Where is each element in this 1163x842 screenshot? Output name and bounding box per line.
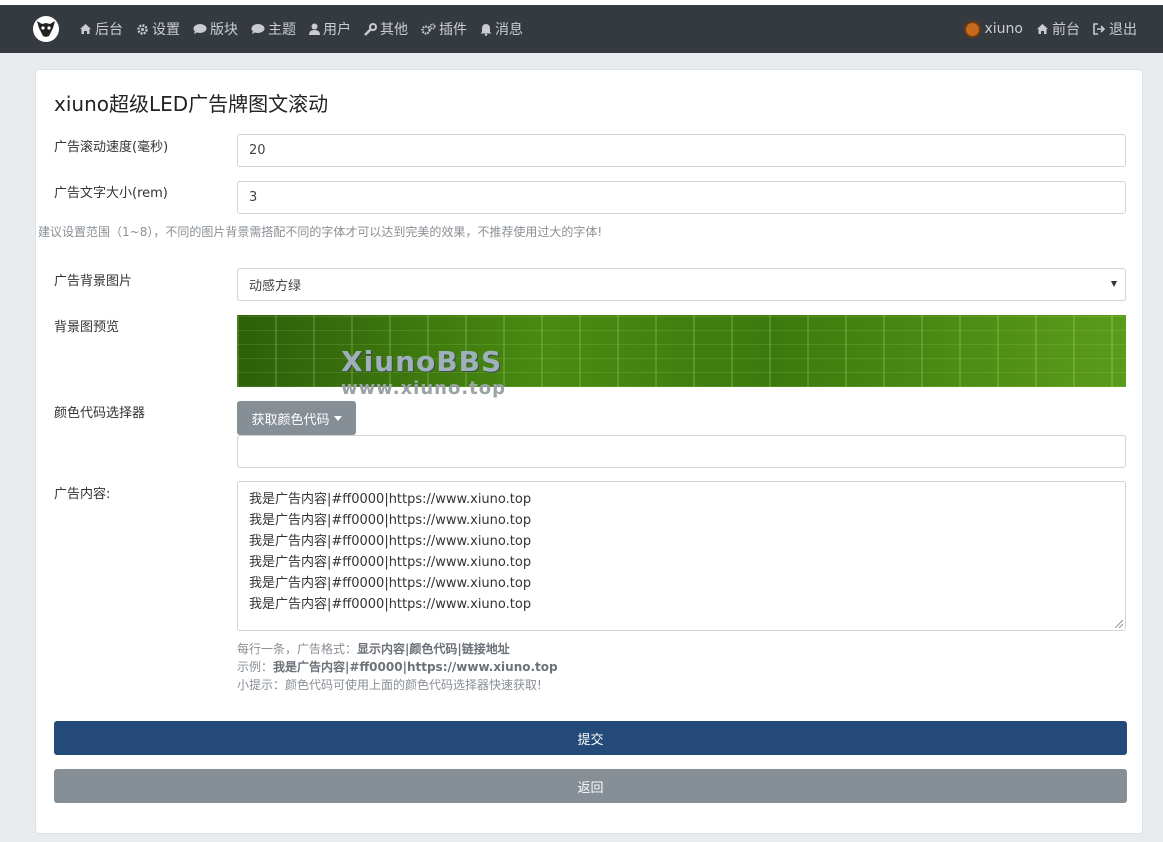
navbar-left: 后台 设置 版块 主题 用户 其他 插件 消息 [33,5,536,53]
hint-format-prefix: 每行一条，广告格式： [237,642,358,656]
color-picker-label: 颜色代码选择器 [54,406,146,421]
nav-item-label: 用户 [323,22,351,38]
nav-item-other[interactable]: 其他 [364,19,408,39]
content-line: 我是广告内容|#ff0000|https://www.xiuno.top [249,513,532,528]
sign-out-icon [1093,23,1106,35]
back-button[interactable]: 返回 [54,769,1127,803]
home-icon [1037,24,1048,34]
nav-item-threads[interactable]: 主题 [251,19,296,39]
hint-example-bold: 我是广告内容|#ff0000|https://www.xiuno.top [273,660,558,674]
nav-item-label: 设置 [152,22,180,38]
hint-example: 示例：我是广告内容|#ff0000|https://www.xiuno.top [237,658,558,675]
hint-example-prefix: 示例： [237,660,274,674]
nav-item-settings[interactable]: 设置 [136,19,180,39]
nav-item-label: 插件 [439,22,467,38]
content-line: 我是广告内容|#ff0000|https://www.xiuno.top [249,555,532,570]
font-size-help: 建议设置范围（1~8），不同的图片背景需搭配不同的字体才可以达到完美的效果，不推… [38,225,603,239]
chevron-down-icon [1111,281,1117,287]
user-icon [309,23,320,35]
nav-item-label: 其他 [380,22,408,38]
content-line: 我是广告内容|#ff0000|https://www.xiuno.top [249,597,532,612]
comment-icon [193,24,207,34]
nav-item-label: 前台 [1052,22,1080,38]
nav-item-label: xiuno [984,21,1024,37]
background-label: 广告背景图片 [54,274,133,289]
content-textarea[interactable]: 我是广告内容|#ff0000|https://www.xiuno.top 我是广… [237,481,1126,631]
nav-item-plugins[interactable]: 插件 [421,19,467,39]
home-icon [80,24,91,34]
top-navbar: 后台 设置 版块 主题 用户 其他 插件 消息 xiuno 前台 退出 [0,5,1163,53]
content-line: 我是广告内容|#ff0000|https://www.xiuno.top [249,534,532,549]
cogs-icon [421,22,436,35]
nav-item-label: 主题 [268,22,296,38]
hint-tip: 小提示：颜色代码可使用上面的颜色代码选择器快速获取! [237,678,542,692]
comment-icon [251,24,265,34]
nav-item-user[interactable]: xiuno [963,20,1024,38]
get-color-code-label: 获取颜色代码 [251,412,330,428]
hint-format: 每行一条，广告格式：显示内容|颜色代码|链接地址 [237,640,510,657]
hint-format-bold: 显示内容|颜色代码|链接地址 [357,642,510,656]
page-title: xiuno超级LED广告牌图文滚动 [54,92,329,116]
nav-item-frontend[interactable]: 前台 [1036,19,1080,39]
speed-input[interactable] [237,134,1126,167]
navbar-right: xiuno 前台 退出 [951,5,1137,53]
nav-item-messages[interactable]: 消息 [480,19,523,39]
content-line: 我是广告内容|#ff0000|https://www.xiuno.top [249,492,532,507]
speed-label: 广告滚动速度(毫秒) [54,140,169,155]
nav-item-forums[interactable]: 版块 [193,19,238,39]
settings-card: xiuno超级LED广告牌图文滚动 广告滚动速度(毫秒) 广告文字大小(rem)… [35,69,1143,834]
wrench-icon [364,22,377,36]
nav-item-label: 退出 [1109,22,1137,38]
gear-icon [137,23,148,35]
avatar [963,20,981,38]
bell-icon [480,23,492,36]
submit-button[interactable]: 提交 [54,721,1127,755]
background-select-value: 动感方绿 [249,279,302,294]
nav-item-backend[interactable]: 后台 [79,19,123,39]
preview-watermark-url: www.xiuno.top [341,378,507,399]
color-code-input[interactable] [237,435,1126,468]
content-label: 广告内容: [54,487,111,502]
preview-watermark-title: XiunoBBS [341,345,503,378]
get-color-code-button[interactable]: 获取颜色代码 [237,401,356,435]
nav-item-logout[interactable]: 退出 [1093,19,1137,39]
font-size-input[interactable] [237,181,1126,214]
resize-handle-icon[interactable] [1115,620,1123,628]
preview-label: 背景图预览 [54,320,120,335]
content-line: 我是广告内容|#ff0000|https://www.xiuno.top [249,576,532,591]
caret-down-icon [333,415,342,421]
nav-item-label: 消息 [495,22,523,38]
font-size-label: 广告文字大小(rem) [54,186,168,201]
nav-item-label: 后台 [95,22,123,38]
nav-item-users[interactable]: 用户 [309,19,351,39]
background-select[interactable]: 动感方绿 [237,268,1126,301]
background-preview-image: XiunoBBS www.xiuno.top [237,315,1126,399]
nav-item-label: 版块 [210,22,238,38]
logo-icon[interactable] [33,16,59,42]
